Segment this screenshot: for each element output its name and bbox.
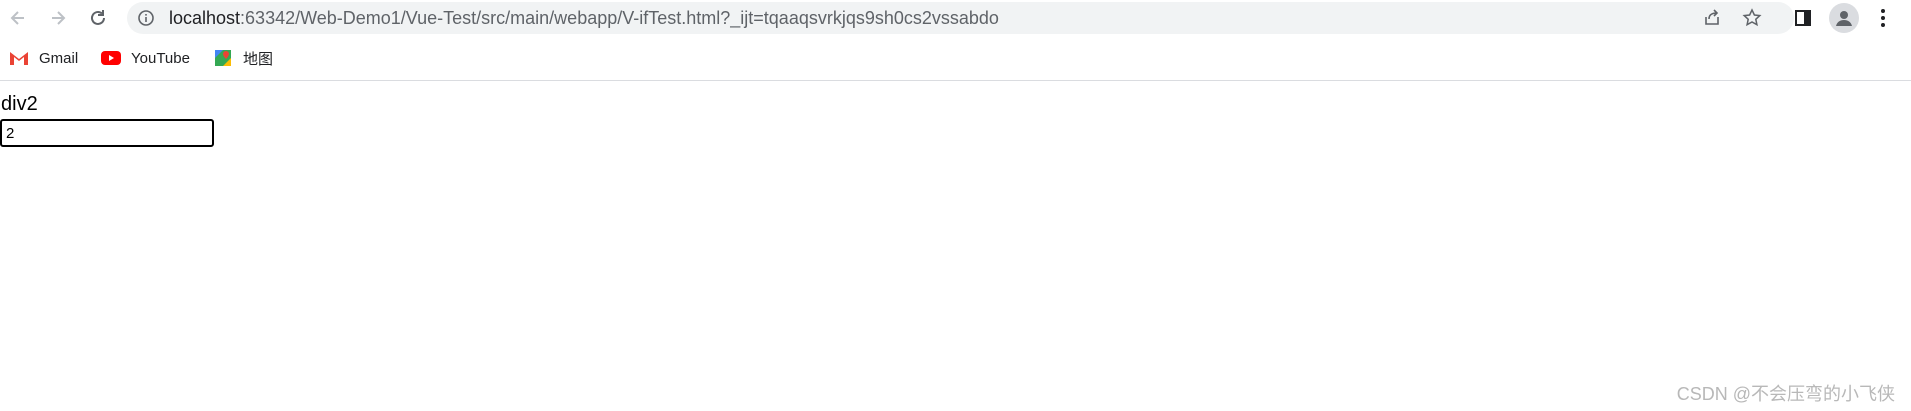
arrow-left-icon bbox=[10, 11, 24, 25]
toolbar-divider bbox=[0, 80, 1911, 81]
bookmarks-bar: Gmail YouTube 地图 bbox=[0, 40, 1911, 77]
browser-menu-button[interactable] bbox=[1868, 3, 1898, 33]
back-button[interactable] bbox=[2, 3, 34, 33]
profile-button[interactable] bbox=[1829, 3, 1859, 33]
url-path: :63342/Web-Demo1/Vue-Test/src/main/webap… bbox=[240, 8, 999, 28]
watermark: CSDN @不会压弯的小飞侠 bbox=[1676, 384, 1895, 404]
share-button[interactable] bbox=[1700, 6, 1724, 30]
bookmark-label: YouTube bbox=[131, 49, 190, 67]
site-info-button[interactable] bbox=[137, 9, 155, 27]
value-input[interactable] bbox=[0, 119, 214, 147]
maps-icon bbox=[213, 48, 233, 68]
url-host: localhost bbox=[169, 8, 241, 28]
browser-toolbar: localhost:63342/Web-Demo1/Vue-Test/src/m… bbox=[0, 0, 1911, 36]
info-icon bbox=[138, 10, 154, 26]
side-panel-button[interactable] bbox=[1788, 3, 1818, 33]
bookmark-label: 地图 bbox=[243, 50, 274, 68]
bookmark-star-button[interactable] bbox=[1740, 6, 1764, 30]
address-bar[interactable]: localhost:63342/Web-Demo1/Vue-Test/src/m… bbox=[127, 2, 1794, 34]
gmail-icon bbox=[9, 48, 29, 68]
person-icon bbox=[1836, 11, 1852, 26]
kebab-menu-icon bbox=[1881, 9, 1885, 27]
bookmark-label: Gmail bbox=[39, 49, 79, 67]
youtube-icon bbox=[101, 48, 121, 68]
share-icon bbox=[1705, 9, 1719, 25]
bookmark-youtube[interactable]: YouTube bbox=[101, 48, 190, 68]
url-text[interactable]: localhost:63342/Web-Demo1/Vue-Test/src/m… bbox=[169, 2, 999, 34]
side-panel-icon bbox=[1795, 10, 1811, 26]
bookmark-gmail[interactable]: Gmail bbox=[9, 48, 78, 68]
forward-button[interactable] bbox=[42, 3, 74, 33]
bookmark-maps[interactable]: 地图 bbox=[213, 48, 273, 68]
reload-icon bbox=[91, 10, 105, 25]
arrow-right-icon bbox=[52, 11, 66, 25]
star-icon bbox=[1742, 8, 1762, 27]
reload-button[interactable] bbox=[82, 3, 114, 33]
div-text: div2 bbox=[1, 93, 38, 115]
